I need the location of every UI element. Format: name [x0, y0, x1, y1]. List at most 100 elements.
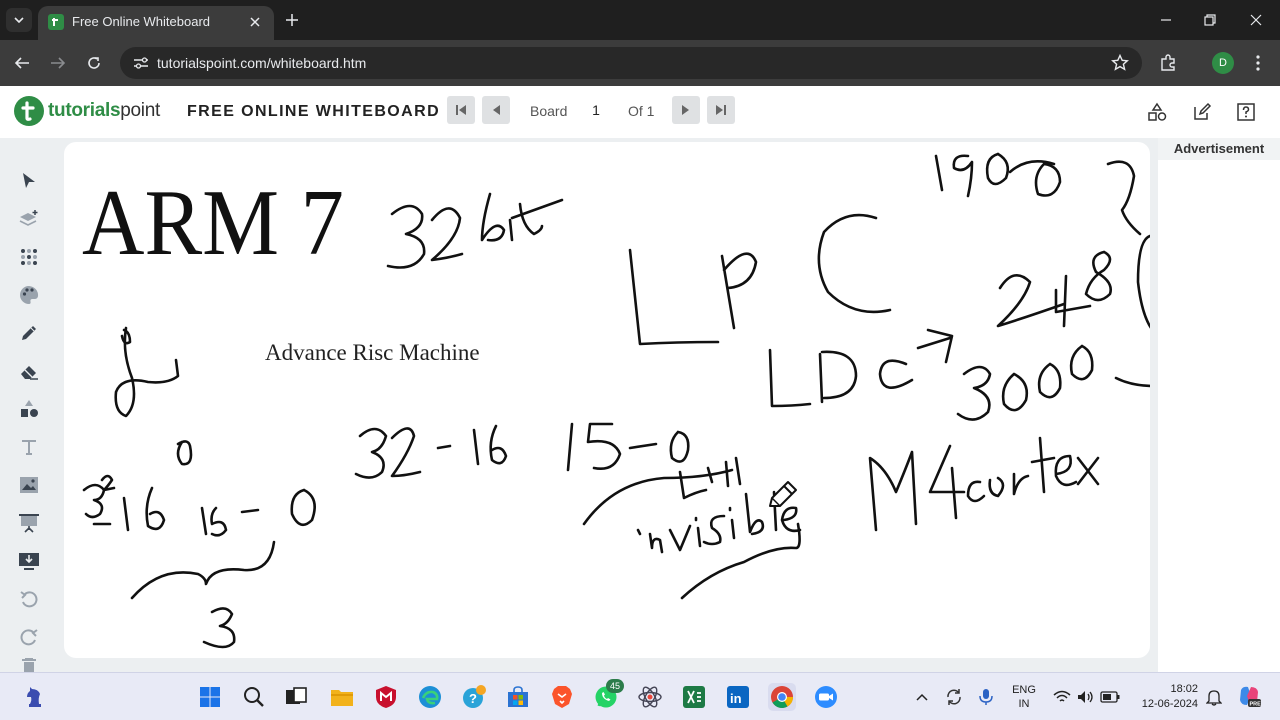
ink-stroke	[1030, 436, 1056, 494]
chrome-icon	[771, 686, 793, 708]
ink-stroke	[678, 466, 714, 500]
atom-app-button[interactable]	[636, 683, 664, 711]
edit-icon	[1194, 102, 1212, 120]
task-view-icon	[286, 687, 307, 704]
chrome-button[interactable]	[768, 683, 796, 711]
reload-button[interactable]	[82, 51, 106, 75]
sync-tray-button[interactable]	[944, 687, 964, 707]
ink-stroke	[510, 198, 564, 236]
address-bar[interactable]: tutorialspoint.com/whiteboard.htm	[120, 47, 1142, 79]
notifications-button[interactable]	[1204, 687, 1224, 707]
file-explorer-button[interactable]	[328, 683, 356, 711]
battery-tray-button[interactable]	[1100, 687, 1120, 707]
text-tool-button[interactable]	[16, 434, 42, 460]
layers-tool-button[interactable]	[16, 206, 42, 232]
pen-tool-button[interactable]	[16, 320, 42, 346]
board-label: Board	[530, 103, 568, 119]
start-button[interactable]	[196, 683, 224, 711]
kebab-menu-icon	[1256, 55, 1260, 71]
ink-stroke	[176, 440, 193, 466]
previous-board-button[interactable]	[482, 96, 510, 124]
ink-stroke	[669, 430, 690, 463]
presentation-tool-button[interactable]	[16, 510, 42, 536]
search-taskbar-button[interactable]	[240, 683, 268, 711]
minimize-window-button[interactable]	[1154, 8, 1178, 32]
ink-stroke	[916, 328, 954, 364]
ink-stroke	[122, 496, 130, 532]
ink-stroke	[966, 480, 986, 503]
browser-menu-button[interactable]	[1246, 51, 1270, 75]
last-board-button[interactable]	[707, 96, 735, 124]
task-view-button[interactable]	[282, 683, 310, 711]
ink-stroke	[668, 524, 692, 552]
edge-browser-button[interactable]	[416, 683, 444, 711]
microphone-tray-button[interactable]	[976, 687, 996, 707]
logo-mark-icon	[14, 96, 44, 126]
tab-search-button[interactable]	[6, 8, 32, 32]
edit-board-button[interactable]	[1190, 100, 1214, 124]
shapes-tool-button[interactable]	[16, 396, 42, 422]
chess-knight-icon	[27, 687, 41, 707]
spreadsheet-app-button[interactable]	[680, 683, 708, 711]
ink-stroke	[724, 456, 742, 488]
redo-button[interactable]	[16, 624, 42, 650]
eraser-icon	[21, 366, 38, 380]
ink-stroke	[1008, 160, 1062, 197]
language-code: ENG	[1012, 684, 1036, 696]
chevron-down-icon	[14, 17, 24, 23]
triangle-right-icon	[682, 105, 689, 115]
whiteboard-header: tutorialspoint FREE ONLINE WHITEBOARD Bo…	[0, 86, 1280, 138]
close-window-button[interactable]	[1244, 8, 1268, 32]
profile-avatar[interactable]: D	[1212, 52, 1234, 74]
brave-browser-button[interactable]	[548, 683, 576, 711]
restore-window-button[interactable]	[1198, 8, 1222, 32]
extensions-button[interactable]	[1156, 51, 1180, 75]
ink-stroke	[436, 444, 452, 450]
bookmark-star-button[interactable]	[1110, 53, 1130, 73]
zoom-button[interactable]	[812, 683, 840, 711]
linkedin-button[interactable]: in	[724, 683, 752, 711]
ink-stroke	[1114, 376, 1150, 388]
close-tab-button[interactable]	[246, 13, 264, 31]
taskbar-clock[interactable]: 18:02 12-06-2024	[1126, 682, 1198, 712]
show-hidden-icons-button[interactable]	[912, 687, 932, 707]
widgets-button[interactable]	[20, 683, 48, 711]
board-number-input[interactable]	[574, 98, 618, 122]
network-tray-button[interactable]	[1052, 687, 1072, 707]
microsoft-store-button[interactable]	[504, 683, 532, 711]
mcafee-button[interactable]	[372, 683, 400, 711]
ink-stroke	[628, 248, 720, 346]
site-info-icon[interactable]	[132, 55, 150, 71]
logo-secondary-text: point	[120, 100, 160, 121]
advertisement-label: Advertisement	[1158, 138, 1280, 160]
undo-button[interactable]	[16, 586, 42, 612]
whiteboard-canvas[interactable]: ARM 7 Advance Risc Machine	[64, 142, 1150, 658]
search-icon	[244, 687, 264, 707]
download-icon	[19, 553, 39, 570]
next-board-button[interactable]	[672, 96, 700, 124]
select-tool-button[interactable]	[16, 168, 42, 194]
help-icon	[1237, 103, 1255, 121]
eraser-tool-button[interactable]	[16, 358, 42, 384]
volume-tray-button[interactable]	[1076, 687, 1096, 707]
help-app-button[interactable]: ?	[460, 683, 488, 711]
ink-stroke	[1012, 472, 1030, 496]
active-tab[interactable]: Free Online Whiteboard	[38, 6, 274, 40]
grid-tool-button[interactable]	[16, 244, 42, 270]
image-tool-button[interactable]	[16, 472, 42, 498]
spreadsheet-icon	[683, 686, 705, 708]
back-button[interactable]	[10, 51, 34, 75]
delete-tool-button[interactable]	[16, 658, 42, 672]
help-button[interactable]	[1234, 100, 1258, 124]
new-tab-button[interactable]	[282, 10, 302, 30]
download-tool-button[interactable]	[16, 548, 42, 574]
shapes-menu-button[interactable]	[1145, 100, 1169, 124]
presentation-icon	[19, 514, 39, 533]
forward-button[interactable]	[46, 51, 70, 75]
input-language-indicator[interactable]: ENG IN	[1006, 683, 1042, 711]
first-board-button[interactable]	[447, 96, 475, 124]
tutorialspoint-logo[interactable]: tutorialspoint	[14, 96, 160, 126]
text-icon	[22, 440, 36, 455]
copilot-button[interactable]: PRE	[1236, 683, 1262, 709]
palette-tool-button[interactable]	[16, 282, 42, 308]
